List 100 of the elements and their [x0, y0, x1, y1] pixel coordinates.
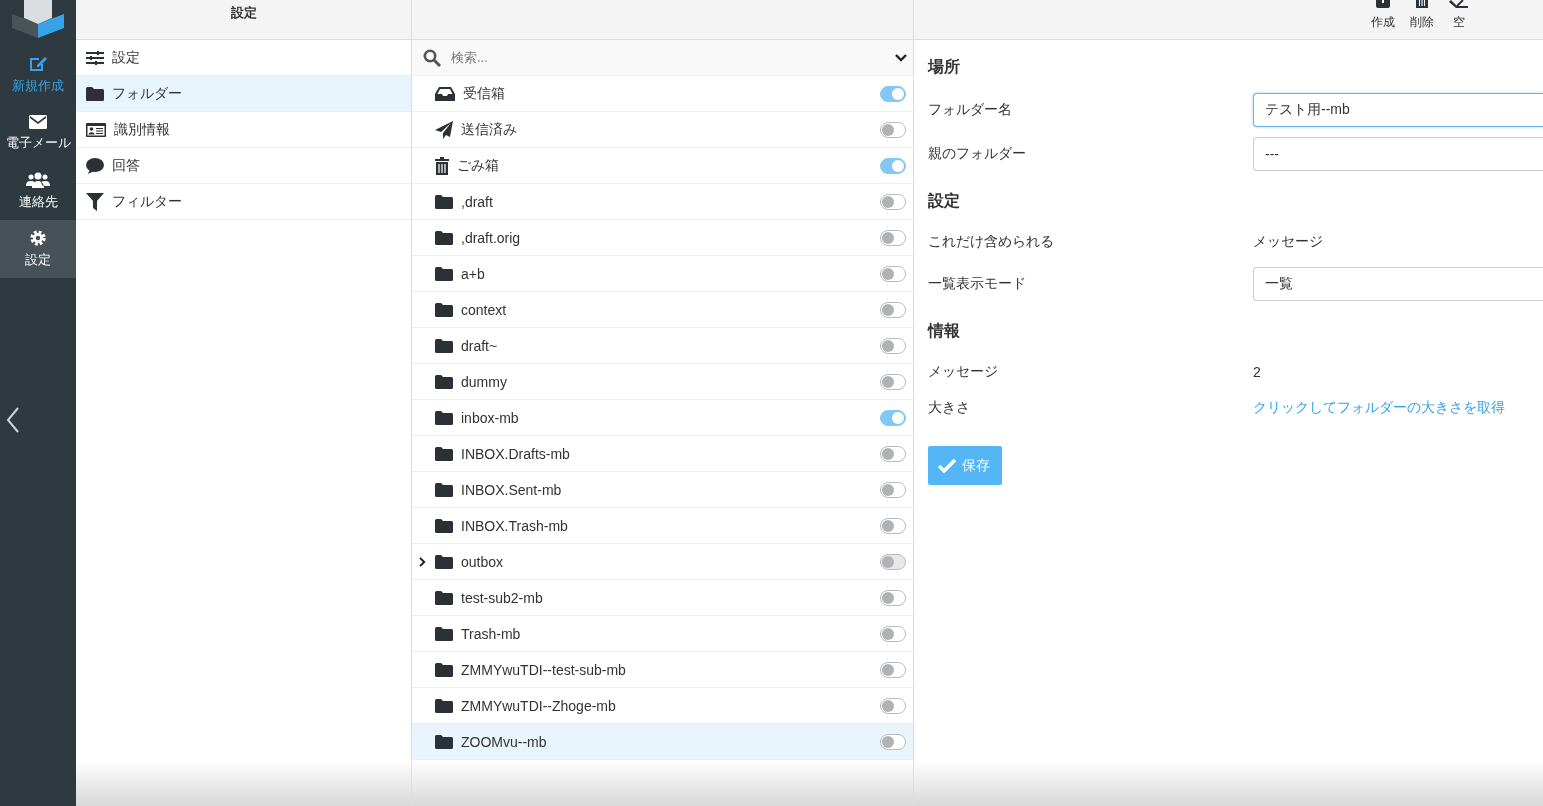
field-label: 一覧表示モード [928, 275, 1027, 293]
folder-name-input[interactable]: テスト用--mb [1253, 93, 1543, 127]
select-field[interactable]: --- [1253, 137, 1543, 171]
subscription-toggle[interactable] [880, 409, 906, 426]
folder-row[interactable]: ,draft.orig [412, 220, 913, 256]
nav-item[interactable]: 新規作成 [0, 46, 76, 104]
subscription-toggle[interactable] [880, 481, 906, 498]
folder-row[interactable]: a+b [412, 256, 913, 292]
folder-icon [435, 302, 453, 317]
search-icon [423, 48, 441, 67]
subscription-toggle[interactable] [880, 121, 906, 138]
subscription-toggle[interactable] [880, 589, 906, 606]
subscription-toggle[interactable] [880, 733, 906, 750]
folder-name: draft~ [461, 337, 499, 354]
search-field[interactable]: 検索... [412, 40, 913, 76]
folder-name: 送信済み [461, 120, 518, 139]
checkmark-icon [938, 458, 956, 473]
nav-item[interactable]: 電子メール [0, 104, 76, 162]
subscription-toggle[interactable] [880, 265, 906, 282]
field-label: メッセージ [928, 363, 999, 381]
subscription-toggle[interactable] [880, 661, 906, 678]
collapse-chevron-icon[interactable] [6, 407, 20, 433]
people-icon [26, 171, 50, 189]
folder-icon [435, 518, 453, 533]
section-heading: 設定 [928, 191, 961, 211]
subscription-toggle[interactable] [880, 229, 906, 246]
nav-item[interactable]: 連絡先 [0, 162, 76, 220]
subscription-toggle[interactable] [880, 697, 906, 714]
subscription-toggle[interactable] [880, 337, 906, 354]
subscription-toggle[interactable] [880, 85, 906, 102]
field-label: 大きさ [928, 399, 971, 417]
folder-row[interactable]: ZMMYwuTDI--test-sub-mb [412, 652, 913, 688]
search-input[interactable]: 検索... [449, 49, 887, 66]
folder-row[interactable]: 受信箱 [412, 76, 913, 112]
subscription-toggle[interactable] [880, 157, 906, 174]
select-field[interactable]: 一覧 [1253, 267, 1543, 301]
folder-icon [435, 446, 453, 461]
folder-icon [435, 626, 453, 641]
envelope-icon [28, 114, 48, 130]
folder-row[interactable]: ごみ箱 [412, 148, 913, 184]
speech-bubble-icon [86, 157, 104, 174]
folder-name: ZOOMvu--mb [461, 733, 548, 750]
sliders-icon [86, 49, 104, 66]
folder-icon [435, 374, 453, 389]
folder-name: ZMMYwuTDI--test-sub-mb [461, 661, 627, 678]
folder-row[interactable]: INBOX.Trash-mb [412, 508, 913, 544]
folder-icon [435, 410, 453, 425]
folder-row[interactable]: draft~ [412, 328, 913, 364]
section-heading: 場所 [928, 57, 961, 77]
folder-icon [435, 590, 453, 605]
folder-row[interactable]: INBOX.Sent-mb [412, 472, 913, 508]
subscription-toggle[interactable] [880, 517, 906, 534]
folder-icon [435, 698, 453, 713]
folder-name: a+b [461, 265, 486, 282]
folder-row[interactable]: Trash-mb [412, 616, 913, 652]
subscription-toggle[interactable] [880, 301, 906, 318]
trash-icon [435, 156, 449, 175]
subscription-toggle[interactable] [880, 193, 906, 210]
folder-icon [435, 554, 453, 569]
folder-row[interactable]: context [412, 292, 913, 328]
chevron-down-icon[interactable] [895, 53, 907, 62]
folder-row[interactable]: dummy [412, 364, 913, 400]
folder-row[interactable]: INBOX.Drafts-mb [412, 436, 913, 472]
folder-row[interactable]: test-sub2-mb [412, 580, 913, 616]
field-label: フォルダー名 [928, 101, 1013, 119]
folder-name: ごみ箱 [457, 156, 500, 175]
folder-icon [435, 338, 453, 353]
inbox-tray-icon [435, 86, 455, 101]
subscription-toggle[interactable] [880, 373, 906, 390]
folder-icon [435, 266, 453, 281]
toolbar-button[interactable]: 削除 [1410, 0, 1434, 34]
subscription-toggle[interactable] [880, 445, 906, 462]
folder-icon [435, 482, 453, 497]
folder-name: test-sub2-mb [461, 589, 544, 606]
folder-name: Trash-mb [461, 625, 522, 642]
filter-icon [86, 192, 104, 211]
subscription-toggle[interactable] [880, 625, 906, 642]
folder-name: ,draft [461, 193, 494, 210]
settings-icon [29, 229, 47, 247]
id-card-icon [86, 121, 106, 138]
folder-name: INBOX.Sent-mb [461, 481, 563, 498]
toolbar-button[interactable]: 空 [1449, 0, 1469, 34]
pencil-square-icon [28, 55, 48, 73]
settings-menu-item[interactable]: 回答 [76, 148, 411, 184]
folder-row[interactable]: ,draft [412, 184, 913, 220]
folder-name: INBOX.Drafts-mb [461, 445, 571, 462]
folder-icon [435, 230, 453, 245]
folder-row[interactable]: 送信済み [412, 112, 913, 148]
folder-row[interactable]: ZOOMvu--mb [412, 724, 913, 760]
nav-item[interactable]: 設定 [0, 220, 76, 278]
folder-name: outbox [461, 553, 505, 570]
settings-menu-item[interactable]: フォルダー [76, 76, 411, 112]
paper-plane-icon [435, 120, 453, 139]
settings-menu-item[interactable]: 識別情報 [76, 112, 411, 148]
settings-menu-item[interactable]: フィルター [76, 184, 411, 220]
toolbar-button[interactable]: 作成 [1371, 0, 1395, 34]
folder-name: ,draft.orig [461, 229, 522, 246]
folder-row[interactable]: inbox-mb [412, 400, 913, 436]
folder-icon [86, 86, 104, 101]
folder-name: INBOX.Trash-mb [461, 517, 569, 534]
